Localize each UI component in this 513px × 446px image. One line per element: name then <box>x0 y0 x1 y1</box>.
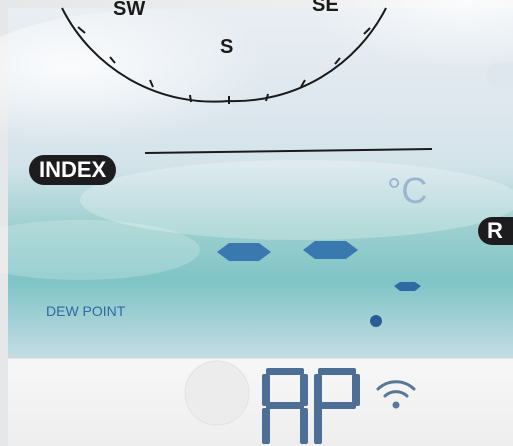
dew-point-label: DEW POINT <box>46 303 126 319</box>
index-label: INDEX <box>29 155 117 185</box>
lower-panel <box>8 358 513 446</box>
temperature-unit: °C <box>387 170 428 211</box>
compass-label-se: SE <box>312 0 339 16</box>
right-edge-label: R <box>478 217 513 245</box>
weather-station-photo <box>0 0 513 446</box>
wifi-icon-dot <box>392 401 400 409</box>
faint-right-pill <box>486 62 513 88</box>
lcd-decimal-dot <box>370 315 382 327</box>
compass-label-s: S <box>220 36 234 58</box>
faint-lcd-circle <box>184 360 250 426</box>
compass-label-sw: SW <box>113 0 146 20</box>
